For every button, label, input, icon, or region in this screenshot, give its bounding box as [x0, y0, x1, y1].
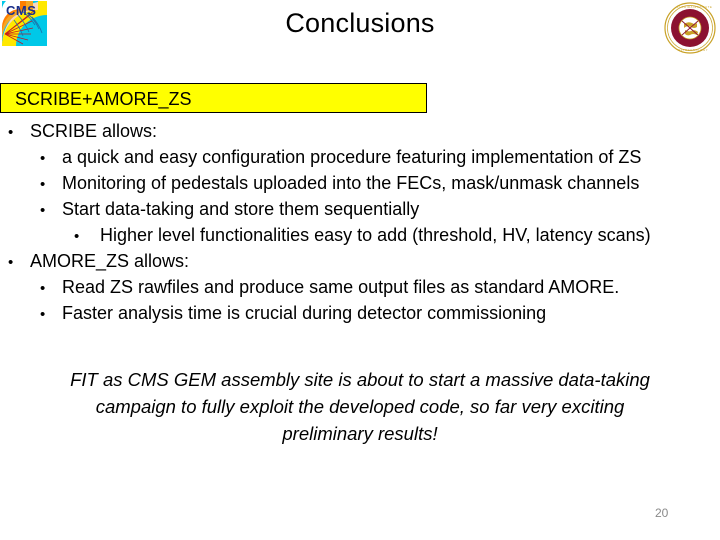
conclusions-bullet-list: • SCRIBE allows: • a quick and easy conf…	[0, 118, 720, 326]
svg-text:CMS: CMS	[6, 3, 36, 18]
list-item: • a quick and easy configuration procedu…	[0, 144, 720, 170]
closing-note-line: campaign to fully exploit the developed …	[95, 396, 625, 417]
svg-text:O F T E C H N O L O G Y: O F T E C H N O L O G Y	[678, 48, 708, 52]
list-item-label: Faster analysis time is crucial during d…	[62, 303, 547, 323]
svg-text:F L O R I D A I N S T I T U: F L O R I D A I N S T I T U T E	[677, 5, 712, 9]
page-title: Conclusions	[285, 8, 435, 38]
list-item: • Start data-taking and store them seque…	[0, 196, 720, 222]
list-item-label: Read ZS rawfiles and produce same output…	[62, 277, 620, 297]
cms-experiment-logo: CMS	[2, 1, 47, 46]
list-item: • Faster analysis time is crucial during…	[0, 300, 720, 326]
list-item: • AMORE_ZS allows:	[0, 248, 720, 274]
list-item: • Read ZS rawfiles and produce same outp…	[0, 274, 720, 300]
list-item-label: SCRIBE allows:	[30, 121, 158, 141]
section-heading-label: SCRIBE+AMORE_ZS	[15, 89, 192, 109]
section-heading-box: SCRIBE+AMORE_ZS	[0, 83, 427, 113]
list-item: • SCRIBE allows:	[0, 118, 720, 144]
list-item: • Monitoring of pedestals uploaded into …	[0, 170, 720, 196]
bullet-icon: •	[8, 254, 14, 271]
list-item-label: AMORE_ZS allows:	[30, 251, 190, 271]
closing-note-line: preliminary results!	[282, 423, 438, 444]
bullet-icon: •	[40, 150, 46, 167]
bullet-icon: •	[40, 176, 46, 193]
page-number: 20	[655, 506, 669, 520]
closing-note: FIT as CMS GEM assembly site is about to…	[26, 366, 694, 447]
bullet-icon: •	[40, 202, 46, 219]
bullet-icon: •	[40, 306, 46, 323]
list-item: • Higher level functionalities easy to a…	[0, 222, 720, 248]
bullet-icon: •	[40, 280, 46, 297]
bullet-icon: •	[74, 228, 80, 245]
list-item-label: Higher level functionalities easy to add…	[100, 225, 651, 245]
closing-note-line: FIT as CMS GEM assembly site is about to…	[70, 369, 650, 390]
list-item-label: Monitoring of pedestals uploaded into th…	[62, 173, 640, 193]
florida-tech-seal-logo: F L O R I D A I N S T I T U T E O F T E …	[664, 2, 716, 54]
list-item-label: Start data-taking and store them sequent…	[62, 199, 420, 219]
list-item-label: a quick and easy configuration procedure…	[62, 147, 642, 167]
bullet-icon: •	[8, 124, 14, 141]
